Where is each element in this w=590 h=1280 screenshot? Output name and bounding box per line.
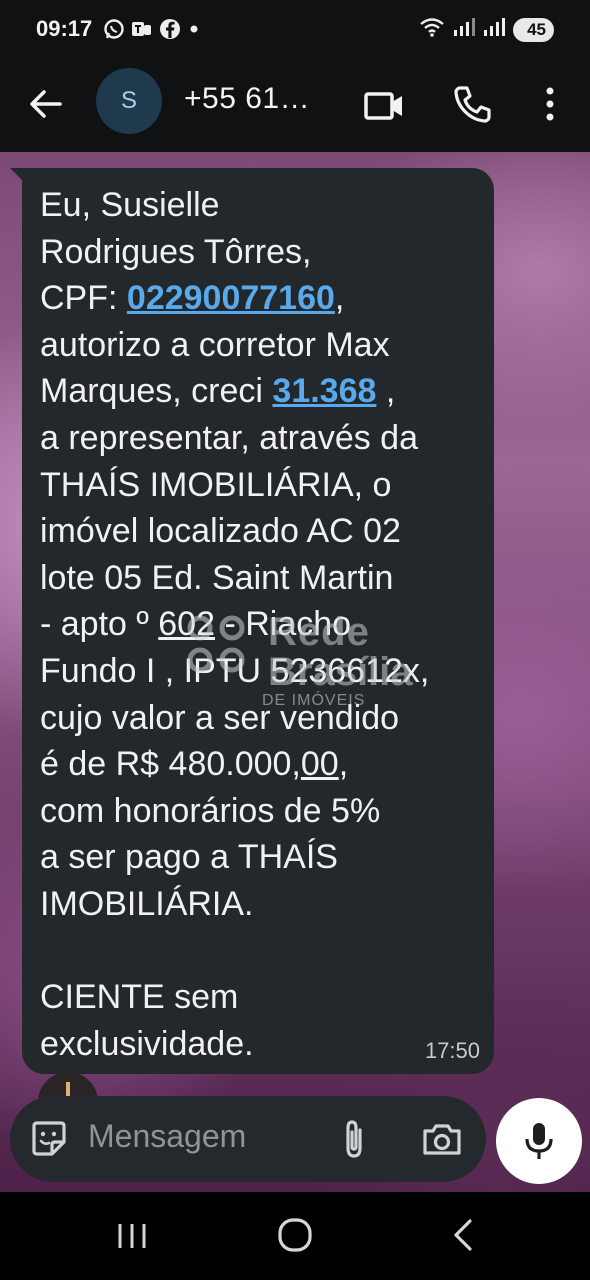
message-text-segment: é de R$ 480.000,	[40, 745, 301, 784]
message-text-segment: Rodrigues Tôrres,	[40, 232, 312, 271]
message-line: THAÍS IMOBILIÁRIA, o	[40, 462, 490, 509]
wifi-icon	[419, 16, 445, 43]
message-text-segment: Marques, creci	[40, 372, 273, 411]
message-text-segment: a ser pago a THAÍS	[40, 838, 338, 877]
message-text-segment: exclusividade.	[40, 1024, 254, 1063]
message-underlined-text: 00	[300, 745, 339, 784]
message-text-segment: - apto º	[40, 605, 159, 644]
message-text-segment: com honorários de 5%	[40, 791, 381, 830]
nav-back-icon	[454, 1219, 472, 1251]
back-button[interactable]	[24, 82, 68, 126]
message-text-segment: ,	[376, 372, 396, 411]
message-text-segment: CIENTE sem	[40, 978, 239, 1017]
message-line: cujo valor a ser vendido	[40, 695, 490, 742]
phone-icon	[454, 86, 491, 123]
message-text: Eu, Susielle Rodrigues Tôrres, CPF: 022900…	[40, 182, 490, 1067]
signal-icon	[453, 16, 476, 43]
message-bubble[interactable]: Eu, Susielle Rodrigues Tôrres, CPF: 022900…	[22, 168, 494, 1074]
message-text-segment: THAÍS IMOBILIÁRIA, o	[40, 465, 392, 504]
notification-icons	[103, 18, 201, 45]
message-text-segment: a representar, através da	[40, 418, 419, 457]
message-link[interactable]: 31.368	[272, 372, 376, 410]
message-text-segment: ,	[338, 745, 349, 784]
recent-apps-button[interactable]	[114, 1220, 150, 1252]
message-line: exclusividade.	[40, 1021, 490, 1068]
video-call-button[interactable]	[362, 84, 406, 128]
message-line: autorizo a corretor Max	[40, 322, 490, 369]
contact-avatar[interactable]: S	[96, 68, 162, 134]
status-time: 09:17	[36, 16, 93, 41]
message-line	[40, 928, 490, 975]
message-line: Marques, creci 31.368 ,	[40, 368, 490, 415]
sticker-button[interactable]	[28, 1118, 70, 1160]
home-button[interactable]	[276, 1216, 314, 1254]
compose-bar: Mensagem	[10, 1096, 486, 1182]
message-text-segment: imóvel localizado AC 02	[40, 512, 401, 551]
message-line: CIENTE sem	[40, 974, 490, 1021]
message-link[interactable]: 02290077160	[127, 279, 335, 317]
more-vert-icon	[546, 87, 554, 121]
message-line: com honorários de 5%	[40, 788, 490, 835]
microphone-icon	[525, 1123, 553, 1159]
video-call-icon	[364, 92, 402, 120]
chat-area[interactable]: Eu, Susielle Rodrigues Tôrres, CPF: 022900…	[0, 152, 590, 1192]
message-line: Eu, Susielle	[40, 182, 490, 229]
contact-name[interactable]: +55 61…	[184, 82, 310, 116]
avatar-letter: S	[120, 87, 137, 114]
message-line: a representar, através da	[40, 415, 490, 462]
message-text-segment: ,	[334, 279, 345, 318]
system-back-button[interactable]	[448, 1216, 478, 1254]
back-arrow-icon	[30, 90, 62, 118]
home-icon	[278, 1218, 312, 1252]
system-icons: 45	[419, 16, 554, 43]
message-line: IMOBILIÁRIA.	[40, 881, 490, 928]
message-text-segment: cujo valor a ser vendido	[40, 698, 400, 737]
facebook-icon	[159, 18, 181, 45]
signal-icon	[483, 16, 506, 43]
message-line: é de R$ 480.000,00,	[40, 741, 490, 788]
recent-apps-icon	[118, 1224, 146, 1248]
message-text-segment: - Riacho	[215, 605, 352, 644]
message-text-segment: autorizo a corretor Max	[40, 325, 390, 364]
message-timestamp: 17:50	[424, 1038, 480, 1063]
message-input[interactable]: Mensagem	[88, 1118, 246, 1155]
message-text-segment: CPF:	[40, 279, 127, 318]
battery-indicator: 45	[513, 17, 554, 42]
voice-message-button[interactable]	[496, 1098, 582, 1184]
camera-button[interactable]	[420, 1118, 464, 1160]
camera-icon	[423, 1124, 461, 1155]
message-line: lote 05 Ed. Saint Martin	[40, 555, 490, 602]
message-line: a ser pago a THAÍS	[40, 834, 490, 881]
message-text-segment: Eu, Susielle	[40, 186, 220, 224]
conversation-header: S +55 61…	[0, 60, 590, 152]
paperclip-icon	[346, 1120, 362, 1158]
message-line: - apto º 602 - Riacho	[40, 601, 490, 648]
attach-button[interactable]	[336, 1118, 372, 1160]
message-text-segment: IMOBILIÁRIA.	[40, 884, 254, 923]
message-line: Rodrigues Tôrres,	[40, 229, 490, 276]
message-underlined-text: 602	[158, 605, 215, 644]
message-text-segment: lote 05 Ed. Saint Martin	[40, 558, 394, 597]
more-options-button[interactable]	[530, 82, 570, 126]
message-line: imóvel localizado AC 02	[40, 508, 490, 555]
status-bar: 09:17 45	[0, 0, 590, 60]
system-navigation-bar	[0, 1192, 590, 1280]
dot-icon	[187, 18, 201, 45]
ms-teams-icon	[131, 18, 153, 45]
message-line: CPF: 02290077160,	[40, 275, 490, 322]
sticker-icon	[32, 1121, 66, 1156]
message-text-segment: Fundo I , IPTU 5236612x,	[40, 651, 430, 690]
voice-call-button[interactable]	[450, 82, 494, 126]
message-line: Fundo I , IPTU 5236612x,	[40, 648, 490, 695]
whatsapp-icon	[103, 18, 125, 45]
